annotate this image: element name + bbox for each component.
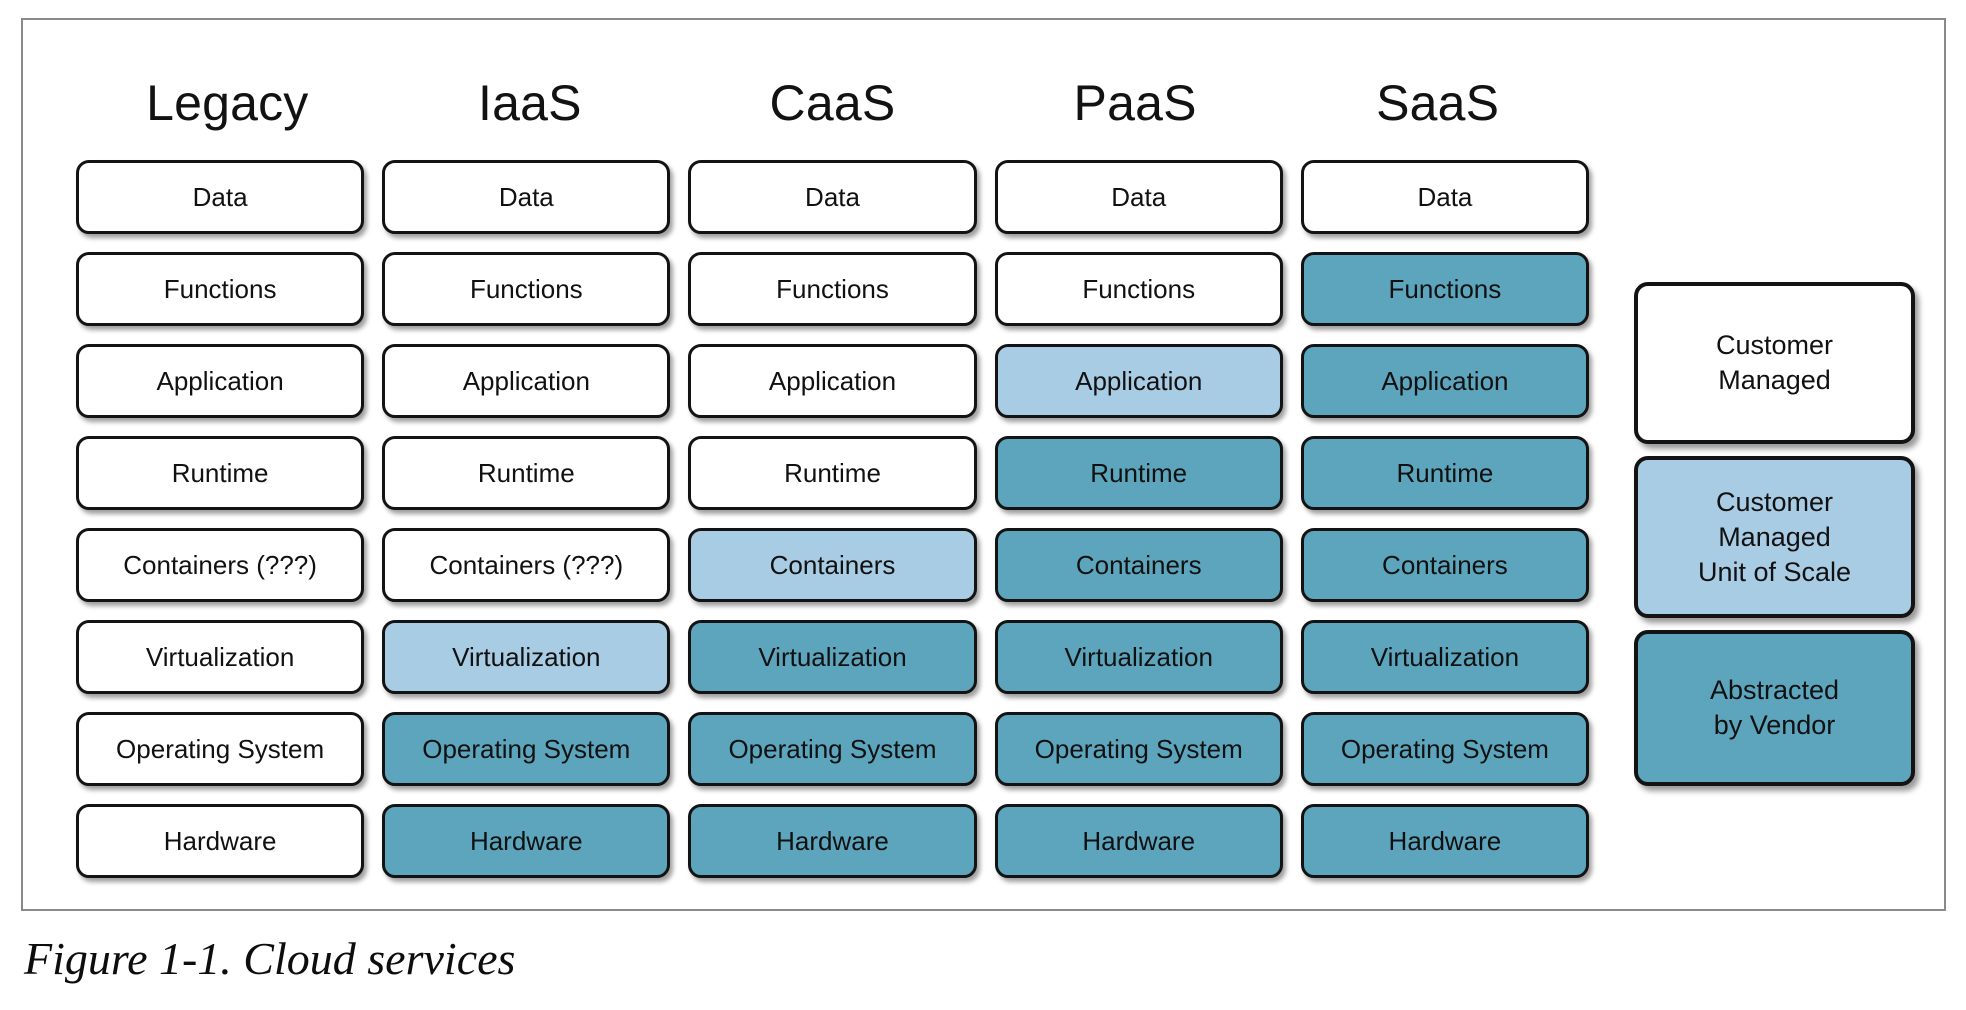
stack-cell-legacy-application[interactable]: Application [76,344,365,418]
stack-cell-legacy-runtime[interactable]: Runtime [76,436,365,510]
stack-cell-paas-functions[interactable]: Functions [994,252,1283,326]
stack-cell-iaas-hardware[interactable]: Hardware [382,804,671,878]
legend-item-customer-managed: Customer Managed [1634,282,1915,444]
legend-item-line: Abstracted [1709,675,1840,705]
stack-cell-iaas-runtime[interactable]: Runtime [382,436,671,510]
stack-row-hardware: Hardware Hardware Hardware Hardware Hardware [76,804,1590,878]
stack-cell-saas-application[interactable]: Application [1300,344,1590,418]
stack-row-runtime: Runtime Runtime Runtime Runtime Runtime [76,436,1590,510]
stack-cell-saas-operating-system[interactable]: Operating System [1300,712,1590,786]
column-header-saas: SaaS [1376,75,1500,131]
stack-cell-legacy-data[interactable]: Data [76,160,365,234]
stack-cell-caas-runtime[interactable]: Runtime [688,436,977,510]
stack-cell-legacy-containers[interactable]: Containers (???) [76,528,365,602]
stack-cell-caas-application[interactable]: Application [688,344,977,418]
stack-cell-iaas-data[interactable]: Data [382,160,671,234]
stack-row-functions: Functions Functions Functions Functions Func… [76,252,1590,326]
stack-cell-iaas-containers[interactable]: Containers (???) [382,528,671,602]
stack-cell-paas-application[interactable]: Application [994,344,1283,418]
stack-cell-caas-functions[interactable]: Functions [688,252,977,326]
stack-cell-saas-containers[interactable]: Containers [1300,528,1590,602]
stack-row-data: Data Data Data Data Data [76,160,1590,234]
stack-cell-iaas-functions[interactable]: Functions [382,252,671,326]
legend-item-customer-managed-unit-of-scale: Customer Managed Unit of Scale [1634,456,1915,618]
legend-item-line: Unit of Scale [1697,556,1852,587]
column-header-legacy: Legacy [146,75,309,131]
legend: Customer Managed Customer Managed Unit of Sc… [1634,282,1915,786]
stack-cell-paas-runtime[interactable]: Runtime [994,436,1283,510]
legend-item-line: Managed [1718,521,1831,552]
column-header-paas: PaaS [1073,75,1197,131]
stack-cell-caas-data[interactable]: Data [688,160,977,234]
stack-cell-paas-hardware[interactable]: Hardware [994,804,1283,878]
stack-cell-iaas-application[interactable]: Application [382,344,671,418]
legend-item-line: Customer [1715,330,1834,360]
stack-cell-caas-hardware[interactable]: Hardware [688,804,977,878]
stack-cell-paas-operating-system[interactable]: Operating System [994,712,1283,786]
stack-cell-caas-containers[interactable]: Containers [688,528,977,602]
stack-cell-paas-virtualization[interactable]: Virtualization [994,620,1283,694]
stack-row-containers: Containers (???) Containers (???) Containe… [76,528,1590,602]
stack-cell-caas-virtualization[interactable]: Virtualization [688,620,977,694]
figure-frame: Legacy IaaS CaaS PaaS SaaS Data Data Data Data D… [21,18,1946,911]
legend-item-line: Managed [1718,365,1831,395]
legend-item-label: Customer Managed Unit of Scale [1698,485,1851,590]
stack-cell-iaas-operating-system[interactable]: Operating System [382,712,671,786]
legend-item-abstracted-by-vendor: Abstracted by Vendor [1634,630,1915,786]
stack-cell-iaas-virtualization[interactable]: Virtualization [382,620,671,694]
stack-cell-saas-virtualization[interactable]: Virtualization [1300,620,1590,694]
stack-cell-legacy-virtualization[interactable]: Virtualization [76,620,365,694]
legend-item-line: Customer [1715,486,1833,517]
stack-cell-saas-hardware[interactable]: Hardware [1300,804,1590,878]
stack-cell-paas-data[interactable]: Data [994,160,1283,234]
stack-cell-legacy-hardware[interactable]: Hardware [76,804,365,878]
stack-cell-paas-containers[interactable]: Containers [994,528,1283,602]
legend-item-label: Customer Managed [1716,328,1833,398]
stack-cell-saas-runtime[interactable]: Runtime [1300,436,1590,510]
column-headers: Legacy IaaS CaaS PaaS SaaS [76,55,1589,151]
legend-item-label: Abstracted by Vendor [1710,673,1839,743]
figure-caption: Figure 1-1. Cloud services [24,933,516,984]
stack-cell-saas-functions[interactable]: Functions [1300,252,1590,326]
stack-cell-legacy-functions[interactable]: Functions [76,252,365,326]
stack-cell-saas-data[interactable]: Data [1300,160,1590,234]
cloud-service-stack-grid: Data Data Data Data Data Functions Functions Fu… [76,160,1590,878]
stack-cell-caas-operating-system[interactable]: Operating System [688,712,977,786]
stack-cell-legacy-operating-system[interactable]: Operating System [76,712,365,786]
column-header-caas: CaaS [769,75,896,131]
stack-row-virtualization: Virtualization Virtualization Virtualizati… [76,620,1590,694]
stack-row-application: Application Application Application Applica… [76,344,1590,418]
column-header-iaas: IaaS [478,75,582,131]
stack-row-operating-system: Operating System Operating System Operatin… [76,712,1590,786]
legend-item-line: by Vendor [1713,710,1836,740]
